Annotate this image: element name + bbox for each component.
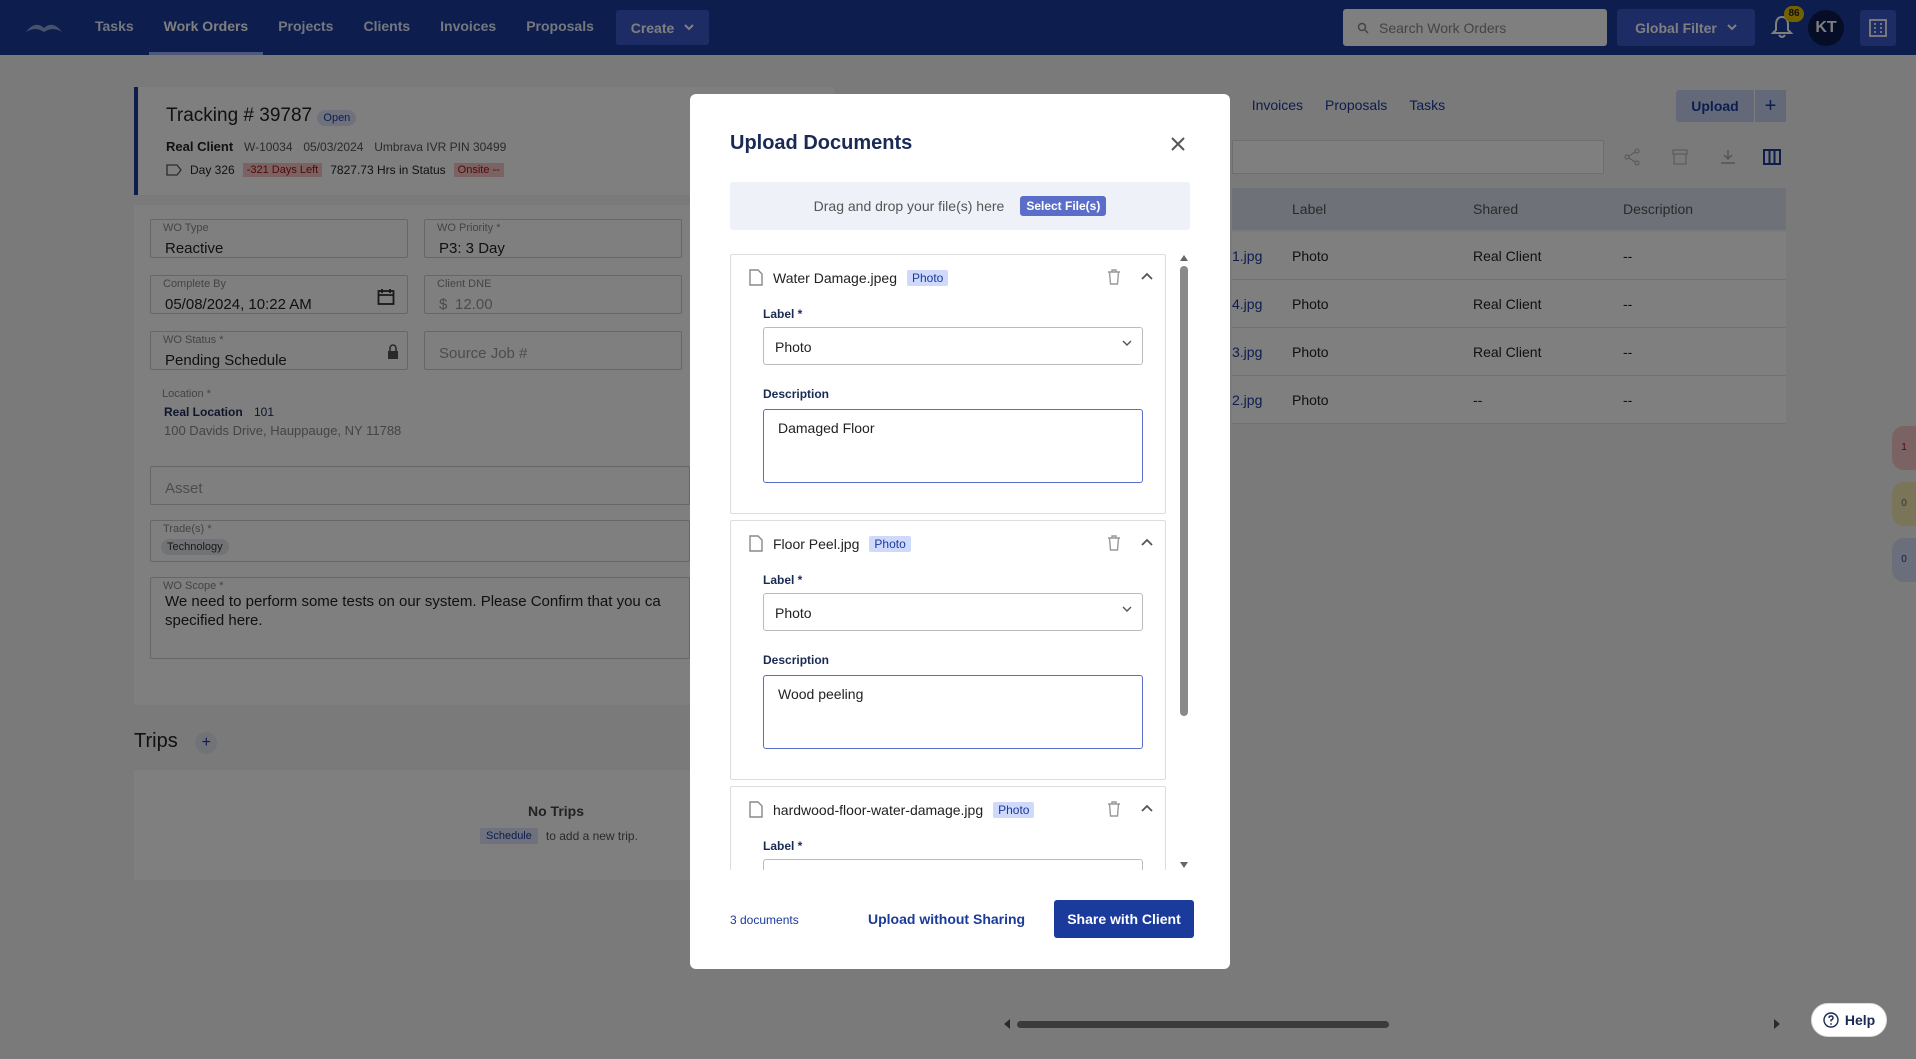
label-select-value: Photo xyxy=(775,605,812,621)
document-tag: Photo xyxy=(993,801,1035,818)
file-icon xyxy=(749,801,763,818)
label-select[interactable]: Photo xyxy=(763,327,1143,365)
label-select[interactable] xyxy=(763,859,1143,870)
label-field-label: Label * xyxy=(763,307,803,321)
vertical-scroll-thumb[interactable] xyxy=(1180,266,1188,716)
document-header: Water Damage.jpeg Photo xyxy=(749,269,949,286)
help-icon xyxy=(1823,1012,1839,1028)
document-item: Water Damage.jpeg Photo Label * Photo De… xyxy=(730,254,1166,514)
modal-title: Upload Documents xyxy=(730,132,913,154)
document-count: 3 documents xyxy=(730,913,799,927)
help-button[interactable]: Help xyxy=(1811,1003,1887,1037)
chevron-down-icon xyxy=(1122,606,1132,612)
document-tag: Photo xyxy=(906,269,949,286)
modal-footer: 3 documents Upload without Sharing Share… xyxy=(730,900,1194,940)
file-icon xyxy=(749,535,763,552)
label-field-label: Label * xyxy=(763,573,803,587)
documents-list[interactable]: Water Damage.jpeg Photo Label * Photo De… xyxy=(730,254,1166,870)
document-header: hardwood-floor-water-damage.jpg Photo xyxy=(749,801,1035,818)
chevron-down-icon xyxy=(1122,340,1132,346)
upload-without-sharing-button[interactable]: Upload without Sharing xyxy=(868,911,1025,927)
document-name: hardwood-floor-water-damage.jpg xyxy=(773,801,984,818)
trash-icon[interactable] xyxy=(1107,801,1121,817)
share-with-client-button[interactable]: Share with Client xyxy=(1054,900,1194,938)
drop-text: Drag and drop your file(s) here xyxy=(813,198,1005,214)
upload-documents-modal: Upload Documents Drag and drop your file… xyxy=(690,94,1230,969)
document-item: Floor Peel.jpg Photo Label * Photo Descr… xyxy=(730,520,1166,780)
chevron-up-icon[interactable] xyxy=(1141,272,1153,280)
description-textarea[interactable]: Wood peeling xyxy=(763,675,1143,749)
document-header: Floor Peel.jpg Photo xyxy=(749,535,911,552)
vertical-scrollbar[interactable] xyxy=(1178,254,1190,870)
label-select-value: Photo xyxy=(775,339,812,355)
chevron-up-icon[interactable] xyxy=(1141,804,1153,812)
document-name: Floor Peel.jpg xyxy=(773,535,860,552)
document-name: Water Damage.jpeg xyxy=(773,269,897,286)
trash-icon[interactable] xyxy=(1107,269,1121,285)
file-icon xyxy=(749,269,763,286)
document-tag: Photo xyxy=(869,535,911,552)
description-textarea[interactable]: Damaged Floor xyxy=(763,409,1143,483)
close-icon[interactable] xyxy=(1164,130,1192,158)
document-item: hardwood-floor-water-damage.jpg Photo La… xyxy=(730,786,1166,870)
scroll-down-icon[interactable] xyxy=(1180,862,1188,869)
scroll-up-icon[interactable] xyxy=(1180,254,1188,261)
help-label: Help xyxy=(1844,1012,1876,1028)
label-select[interactable]: Photo xyxy=(763,593,1143,631)
chevron-up-icon[interactable] xyxy=(1141,538,1153,546)
select-files-button[interactable]: Select File(s) xyxy=(1020,196,1107,216)
description-field-label: Description xyxy=(763,653,830,667)
description-field-label: Description xyxy=(763,387,830,401)
file-dropzone[interactable]: Drag and drop your file(s) here Select F… xyxy=(730,182,1190,230)
trash-icon[interactable] xyxy=(1107,535,1121,551)
label-field-label: Label * xyxy=(763,839,803,853)
